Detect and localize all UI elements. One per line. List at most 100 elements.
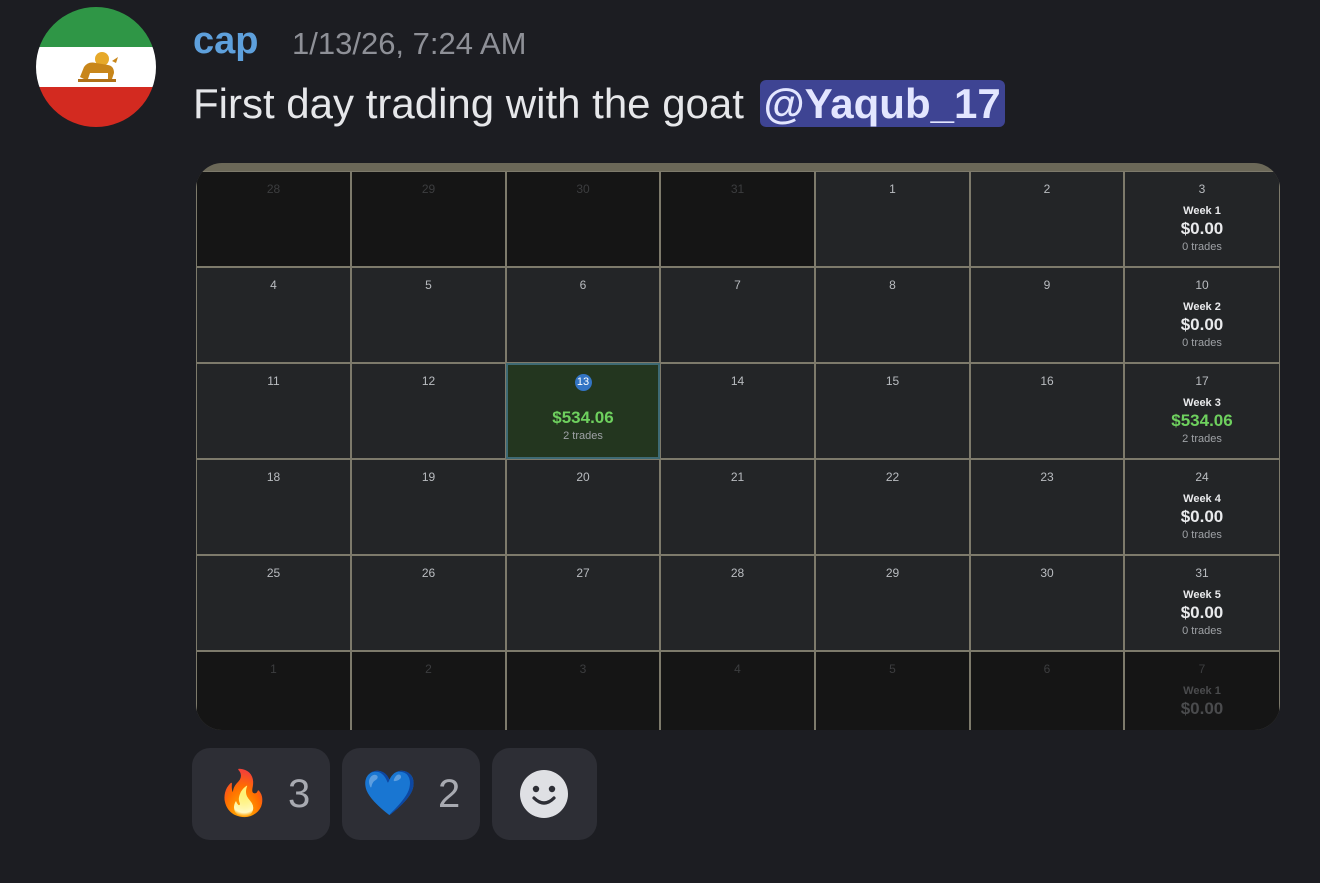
trading-calendar-image-attachment[interactable]: 28 29 30 31 1 2 3 Week 1 $0.00 0 trades 4 5 6 7 8 9 10 We… — [196, 163, 1280, 730]
week-trade-count: 0 trades — [1182, 529, 1222, 541]
message-timestamp: 1/13/26, 7:24 AM — [292, 26, 527, 61]
calendar-day-cell: 18 — [196, 459, 351, 555]
week-trade-count: 0 trades — [1182, 241, 1222, 253]
fire-emoji-icon: 🔥 — [216, 769, 271, 818]
calendar-day-cell: 5 — [815, 651, 970, 730]
day-number: 4 — [270, 278, 277, 292]
day-number: 6 — [1043, 662, 1051, 676]
day-number: 25 — [266, 566, 281, 580]
calendar-day-cell: 17 Week 3 $534.06 2 trades — [1124, 363, 1280, 459]
calendar-day-cell: 31 Week 5 $0.00 0 trades — [1124, 555, 1280, 651]
day-number: 19 — [421, 470, 436, 484]
calendar-day-cell: 28 — [196, 171, 351, 267]
week-pnl-amount: $0.00 — [1180, 219, 1224, 238]
calendar-day-cell: 1 — [815, 171, 970, 267]
calendar-day-cell: 6 — [970, 651, 1124, 730]
reaction-count: 2 — [438, 772, 461, 816]
calendar-day-cell: 21 — [660, 459, 815, 555]
calendar-day-cell: 30 — [970, 555, 1124, 651]
day-number: 6 — [579, 278, 587, 292]
day-number: 31 — [730, 182, 745, 196]
calendar-day-cell: 29 — [351, 171, 506, 267]
day-number: 20 — [576, 470, 590, 484]
day-number: 21 — [730, 470, 745, 484]
day-number: 17 — [1195, 374, 1209, 388]
calendar-day-cell: 30 — [506, 171, 660, 267]
day-number: 11 — [267, 374, 280, 388]
day-pnl-amount: $534.06 — [552, 408, 614, 427]
day-number: 27 — [576, 566, 590, 580]
day-number: 5 — [889, 662, 896, 676]
day-number: 2 — [1043, 182, 1051, 196]
message-content: First day trading with the goat @Yaqub_1… — [193, 80, 1005, 128]
day-number: 15 — [885, 374, 900, 388]
calendar-day-cell: 25 — [196, 555, 351, 651]
day-number: 5 — [425, 278, 432, 292]
day-number: 24 — [1195, 470, 1209, 484]
calendar-day-cell: 10 Week 2 $0.00 0 trades — [1124, 267, 1280, 363]
reaction-blue-heart[interactable]: 💙 2 — [342, 748, 480, 840]
day-number: 10 — [1195, 278, 1209, 292]
day-number: 31 — [1195, 566, 1209, 580]
day-number: 8 — [889, 278, 896, 292]
calendar-day-cell: 4 — [660, 651, 815, 730]
add-reaction-button[interactable] — [492, 748, 597, 840]
day-number: 7 — [1198, 662, 1206, 676]
day-trade-count: 2 trades — [563, 430, 603, 442]
day-number: 30 — [1040, 566, 1054, 580]
flag-green-stripe — [36, 7, 156, 47]
week-trade-count: 0 trades — [1182, 625, 1222, 637]
day-number: 3 — [1198, 182, 1206, 196]
message-text: First day trading with the goat — [193, 80, 744, 127]
calendar-day-cell: 3 — [506, 651, 660, 730]
week-pnl-amount: $534.06 — [1171, 411, 1233, 430]
calendar-day-cell: 6 — [506, 267, 660, 363]
week-trade-count: 0 trades — [1182, 337, 1222, 349]
calendar-day-cell: 4 — [196, 267, 351, 363]
day-number: 22 — [885, 470, 900, 484]
calendar-day-cell: 5 — [351, 267, 506, 363]
day-number: 3 — [579, 662, 587, 676]
day-number: 29 — [885, 566, 900, 580]
day-number: 2 — [425, 662, 432, 676]
week-pnl-amount: $0.00 — [1180, 507, 1224, 526]
week-pnl-amount: $0.00 — [1180, 699, 1224, 718]
week-label: Week 1 — [1183, 685, 1221, 697]
calendar-day-cell: 26 — [351, 555, 506, 651]
week-label: Week 4 — [1183, 493, 1221, 505]
calendar-day-cell: 8 — [815, 267, 970, 363]
calendar-day-cell: 15 — [815, 363, 970, 459]
day-number: 28 — [266, 182, 281, 196]
smiley-icon — [520, 770, 568, 818]
calendar-day-cell: 9 — [970, 267, 1124, 363]
day-number: 18 — [266, 470, 281, 484]
reaction-fire[interactable]: 🔥 3 — [192, 748, 330, 840]
day-number: 1 — [270, 662, 277, 676]
day-number: 29 — [421, 182, 436, 196]
calendar-day-cell: 11 — [196, 363, 351, 459]
calendar-day-cell: 27 — [506, 555, 660, 651]
author-avatar[interactable] — [36, 7, 156, 127]
week-pnl-amount: $0.00 — [1180, 315, 1224, 334]
author-name[interactable]: cap — [193, 20, 258, 63]
calendar-day-cell: 20 — [506, 459, 660, 555]
blue-heart-emoji-icon: 💙 — [362, 769, 417, 818]
calendar-day-cell: 22 — [815, 459, 970, 555]
week-trade-count: 2 trades — [1182, 433, 1222, 445]
flag-red-stripe — [36, 87, 156, 127]
calendar-day-cell: 1 — [196, 651, 351, 730]
day-number: 14 — [730, 374, 745, 388]
calendar-day-cell: 7 Week 1 $0.00 — [1124, 651, 1280, 730]
day-number: 1 — [889, 182, 896, 196]
user-mention[interactable]: @Yaqub_17 — [759, 80, 1005, 127]
calendar-day-cell: 19 — [351, 459, 506, 555]
calendar-day-cell: 14 — [660, 363, 815, 459]
day-number: 28 — [730, 566, 745, 580]
day-number: 16 — [1040, 374, 1054, 388]
day-number: 9 — [1043, 278, 1051, 292]
calendar-day-cell: 12 — [351, 363, 506, 459]
day-number: 4 — [734, 662, 741, 676]
calendar-day-cell: 2 — [351, 651, 506, 730]
calendar-day-cell-today: 13 $534.06 2 trades — [506, 363, 660, 459]
calendar-day-cell: 7 — [660, 267, 815, 363]
